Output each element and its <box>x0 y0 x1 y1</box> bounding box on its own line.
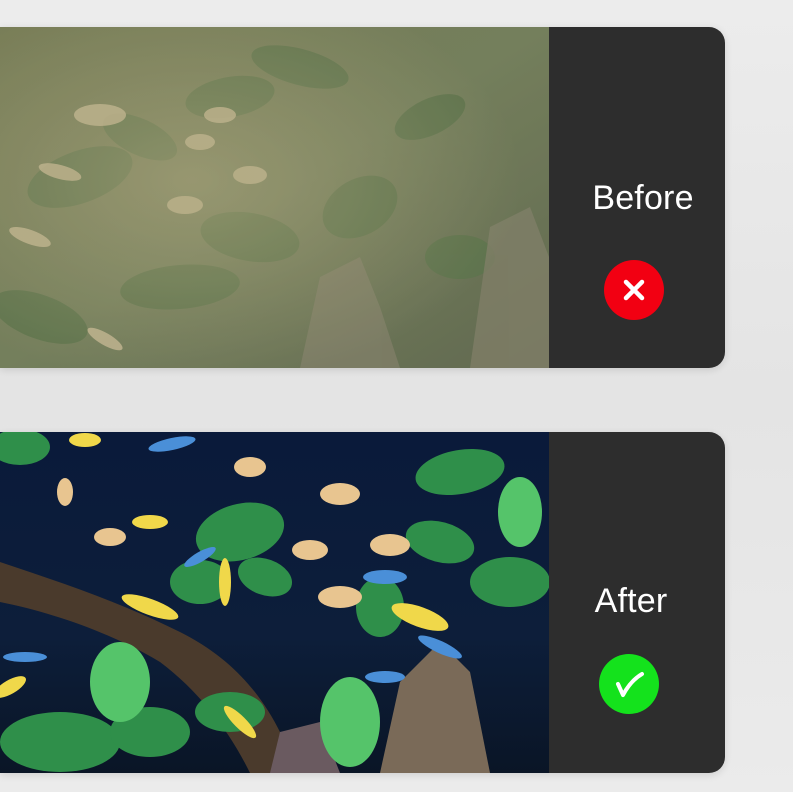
cross-icon <box>604 260 664 320</box>
after-panel: After <box>549 432 725 773</box>
after-card: After <box>0 432 725 773</box>
clear-aquarium-image <box>0 432 549 773</box>
before-card: Before <box>0 27 725 368</box>
before-label: Before <box>592 179 694 217</box>
before-panel: Before <box>549 27 725 368</box>
check-icon <box>599 654 659 714</box>
cloudy-aquarium-image <box>0 27 549 368</box>
after-label: After <box>594 582 668 620</box>
